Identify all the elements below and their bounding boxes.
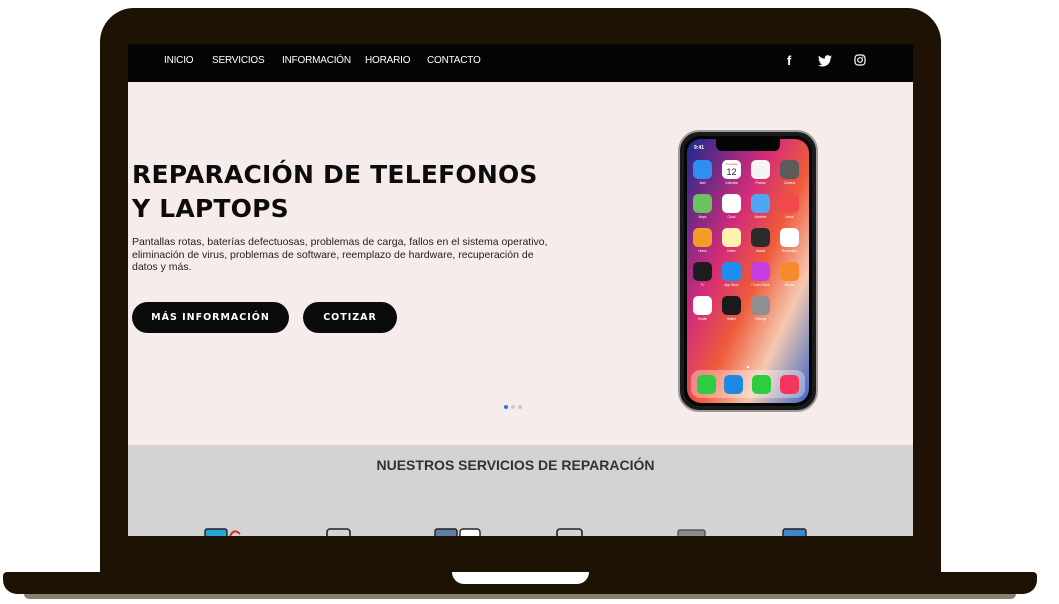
hero-section: REPARACIÓN DE TELEFONOS Y LAPTOPS Pantal…: [128, 82, 913, 445]
calendar-day: Tuesday: [726, 162, 738, 166]
app-label: Notes: [727, 249, 736, 253]
app-label: Weather: [755, 215, 768, 219]
screen-repair-icon: [204, 528, 241, 536]
phone-repair-icon: [326, 528, 351, 536]
instagram-icon[interactable]: [854, 54, 866, 66]
phone-app-icon: [697, 375, 716, 394]
app-label: Settings: [755, 317, 767, 321]
app-label: News: [786, 215, 794, 219]
app-label: Camera: [784, 181, 796, 185]
more-info-button[interactable]: MÁS INFORMACIÓN: [132, 302, 289, 333]
music-app-icon: [780, 375, 799, 394]
app-label: App Store: [724, 283, 738, 287]
hero-title: REPARACIÓN DE TELEFONOS Y LAPTOPS: [132, 158, 612, 226]
carousel-dot[interactable]: [511, 405, 515, 409]
maps-app-icon: [693, 194, 712, 213]
mail-app-icon: [693, 160, 712, 179]
website-screen: INICIO SERVICIOS INFORMACIÓN HORARIO CON…: [128, 44, 913, 536]
smartphone-icon: [782, 528, 807, 536]
safari-app-icon: [724, 375, 743, 394]
app-label: Maps: [699, 215, 707, 219]
weather-app-icon: [751, 194, 770, 213]
messages-app-icon: [752, 375, 771, 394]
health-app-icon: [693, 296, 712, 315]
carousel-dot[interactable]: [518, 405, 522, 409]
home-app-icon: [693, 228, 712, 247]
app-label: iBooks: [785, 283, 795, 287]
nav-link-inicio[interactable]: INICIO: [164, 55, 194, 66]
laptop-repair-icon: [677, 529, 706, 536]
iphone-image: 9:41 Mail 12Tuesday Calendar Photos Camera Ma…: [678, 130, 818, 412]
app-label: Home: [698, 249, 707, 253]
app-label: Health: [698, 317, 707, 321]
ibooks-app-icon: [780, 262, 799, 281]
app-label: Stocks: [756, 249, 766, 253]
app-label: Photos: [756, 181, 766, 185]
photos-app-icon: [751, 160, 770, 179]
reminders-app-icon: [780, 228, 799, 247]
nav-link-informacion[interactable]: INFORMACIÓN: [282, 55, 351, 66]
tv-app-icon: [693, 262, 712, 281]
app-label: iTunes Store: [752, 283, 770, 287]
hero-description: Pantallas rotas, baterías defectuosas, p…: [132, 236, 548, 273]
nav-link-servicios[interactable]: SERVICIOS: [212, 55, 265, 66]
services-title: NUESTROS SERVICIOS DE REPARACIÓN: [376, 457, 655, 473]
calendar-date: 12: [726, 167, 736, 177]
hero-title-line-2: Y LAPTOPS: [132, 194, 289, 223]
stocks-app-icon: [751, 228, 770, 247]
app-label: Calendar: [725, 181, 739, 185]
app-label: Mail: [700, 181, 706, 185]
services-section: NUESTROS SERVICIOS DE REPARACIÓN: [128, 445, 913, 536]
nav-link-horario[interactable]: HORARIO: [365, 55, 410, 66]
laptop-notch: [452, 572, 589, 584]
wallet-app-icon: [722, 296, 741, 315]
itunes-store-app-icon: [751, 262, 770, 281]
clock-app-icon: [722, 194, 741, 213]
quote-button[interactable]: COTIZAR: [303, 302, 397, 333]
hero-title-line-1: REPARACIÓN DE TELEFONOS: [132, 160, 538, 189]
top-navbar: INICIO SERVICIOS INFORMACIÓN HORARIO CON…: [128, 44, 913, 82]
laptop-base-shadow: [24, 594, 1016, 599]
notes-app-icon: [722, 228, 741, 247]
camera-app-icon: [780, 160, 799, 179]
twitter-icon[interactable]: [818, 55, 832, 67]
devices-icon: [434, 528, 481, 536]
news-app-icon: [780, 194, 799, 213]
app-label: Clock: [728, 215, 736, 219]
settings-app-icon: [751, 296, 770, 315]
app-store-app-icon: [722, 262, 741, 281]
phone-time: 9:41: [694, 145, 704, 151]
app-label: Wallet: [727, 317, 736, 321]
app-label: Reminders: [782, 249, 798, 253]
tablet-repair-icon: [556, 528, 583, 536]
facebook-icon[interactable]: f: [787, 53, 791, 68]
nav-link-contacto[interactable]: CONTACTO: [427, 55, 481, 66]
carousel-dot-active[interactable]: [504, 405, 508, 409]
